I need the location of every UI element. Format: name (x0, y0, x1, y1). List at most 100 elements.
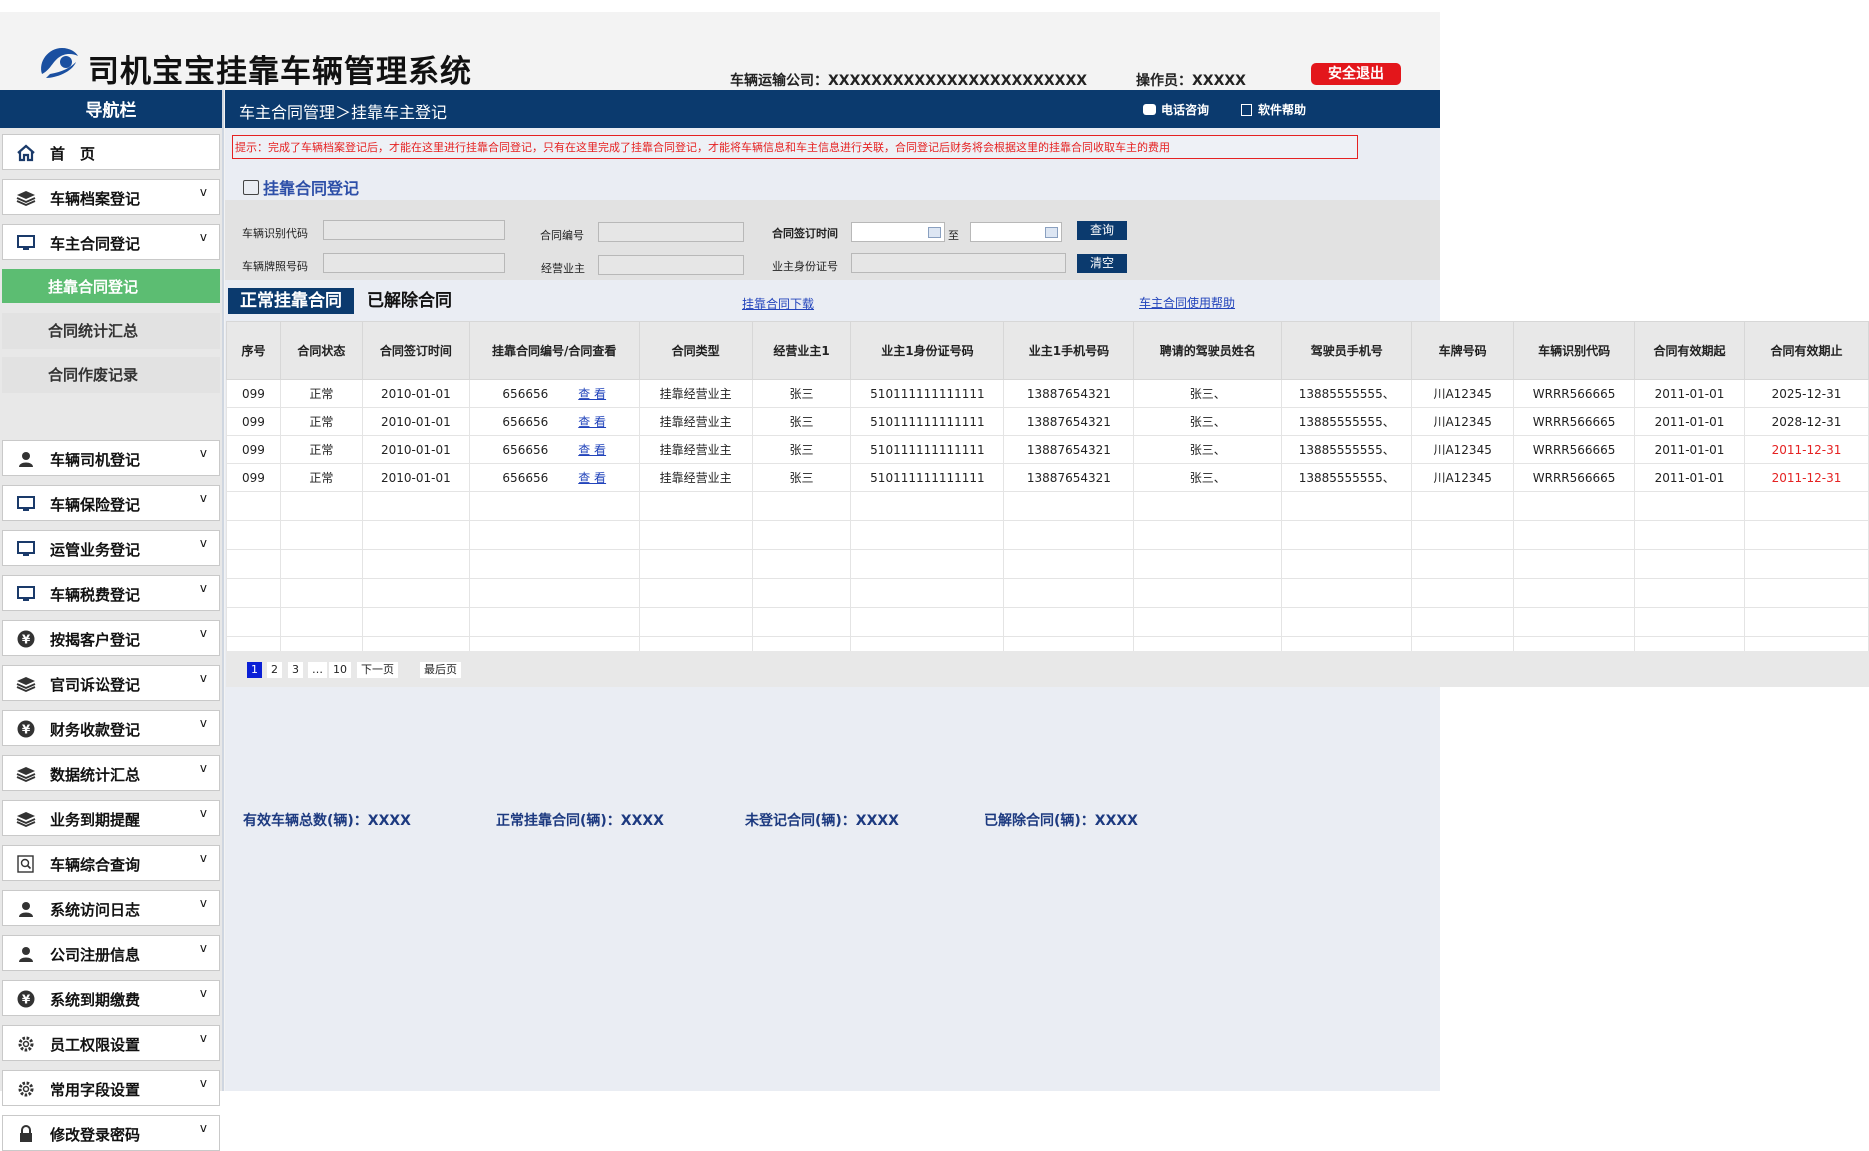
clear-button[interactable]: 清空 (1077, 254, 1127, 273)
chevron-down-icon[interactable]: v (200, 446, 207, 460)
monitor-icon (16, 540, 36, 558)
date-from-input[interactable] (851, 222, 945, 242)
chevron-down-icon[interactable]: v (200, 536, 207, 550)
page-2[interactable]: 2 (267, 662, 282, 678)
chevron-down-icon[interactable]: v (200, 671, 207, 685)
view-contract-link[interactable]: 查 看 (578, 443, 606, 457)
chevron-down-icon[interactable]: v (200, 1076, 207, 1090)
table-cell: 2011-01-01 (1634, 407, 1745, 436)
table-cell (1513, 607, 1636, 637)
view-contract-link[interactable]: 查 看 (578, 471, 606, 485)
view-contract-link[interactable]: 查 看 (578, 387, 606, 401)
chevron-down-icon[interactable]: v (200, 941, 207, 955)
tab-dissolved-contracts[interactable]: 已解除合同 (367, 288, 477, 314)
chevron-down-icon[interactable]: v (200, 1121, 207, 1135)
table-cell (1634, 520, 1745, 550)
table-cell: 510111111111111 (850, 407, 1005, 436)
sidebar-item-18[interactable]: 常用字段设置 v (2, 1070, 220, 1106)
sidebar-item-3[interactable]: 车主合同登记 v (2, 224, 220, 260)
next-page-button[interactable]: 下一页 (357, 662, 398, 678)
sidebar-item-19[interactable]: 修改登录密码 v (2, 1115, 220, 1151)
sidebar-subitem-2[interactable]: 合同统计汇总 (2, 313, 220, 349)
column-header: 经营业主1 (751, 321, 852, 380)
stack-icon (16, 675, 36, 693)
table-cell (468, 549, 640, 579)
chevron-down-icon[interactable]: v (200, 230, 207, 244)
vin-input[interactable] (323, 220, 505, 240)
table-row[interactable]: 099 正常 2010-01-01 656656 查 看 挂靠经营业主 张三 51011111… (226, 463, 1869, 492)
table-cell (850, 578, 1005, 608)
sidebar-subitem-3[interactable]: 合同作废记录 (2, 357, 220, 393)
contract-no-label: 合同编号 (540, 229, 584, 242)
download-contract-link[interactable]: 挂靠合同下载 (742, 295, 814, 312)
plate-input[interactable] (323, 253, 505, 273)
table-row[interactable]: 099 正常 2010-01-01 656656 查 看 挂靠经营业主 张三 51011111… (226, 435, 1869, 464)
view-contract-link[interactable]: 查 看 (578, 415, 606, 429)
table-cell: 正常 (279, 379, 363, 408)
sidebar-item-10[interactable]: ¥ 财务收款登记 v (2, 710, 220, 746)
table-cell (751, 491, 852, 521)
table-row[interactable]: 099 正常 2010-01-01 656656 查 看 挂靠经营业主 张三 51011111… (226, 407, 1869, 436)
sidebar-subitem-1[interactable]: 挂靠合同登记 (2, 269, 220, 303)
monitor-icon (16, 495, 36, 513)
chevron-down-icon[interactable]: v (200, 491, 207, 505)
chevron-down-icon[interactable]: v (200, 986, 207, 1000)
sidebar-item-15[interactable]: 公司注册信息 v (2, 935, 220, 971)
sidebar-item-label: 官司诉讼登记 (50, 676, 141, 694)
chevron-down-icon[interactable]: v (200, 806, 207, 820)
calendar-icon[interactable] (1045, 227, 1058, 238)
owner-input[interactable] (598, 255, 744, 275)
chevron-down-icon[interactable]: v (200, 716, 207, 730)
sidebar-item-7[interactable]: 车辆税费登记 v (2, 575, 220, 611)
sidebar-item-5[interactable]: 车辆保险登记 v (2, 485, 220, 521)
tab-normal-contracts[interactable]: 正常挂靠合同 (228, 288, 354, 314)
sidebar-item-16[interactable]: ¥ 系统到期缴费 v (2, 980, 220, 1016)
sidebar-item-9[interactable]: 官司诉讼登记 v (2, 665, 220, 701)
sidebar-item-11[interactable]: 数据统计汇总 v (2, 755, 220, 791)
page-1[interactable]: 1 (247, 662, 262, 678)
sidebar-item-2[interactable]: 车辆档案登记 v (2, 179, 220, 215)
search-button[interactable]: 查询 (1077, 221, 1127, 240)
table-cell (1133, 491, 1283, 521)
software-help-button[interactable]: 软件帮助 (1241, 101, 1306, 118)
table-cell: 张三 (751, 379, 852, 408)
sidebar-item-8[interactable]: ¥ 按揭客户登记 v (2, 620, 220, 656)
contract-no-input[interactable] (598, 222, 744, 242)
page-10[interactable]: 10 (329, 662, 351, 678)
contract-help-link[interactable]: 车主合同使用帮助 (1139, 294, 1235, 311)
chevron-down-icon[interactable]: v (200, 761, 207, 775)
sidebar-item-1[interactable]: 首 页 (2, 134, 220, 170)
date-to-input[interactable] (970, 222, 1062, 242)
sidebar-item-6[interactable]: 运管业务登记 v (2, 530, 220, 566)
sidebar-item-label: 数据统计汇总 (50, 766, 141, 784)
stat-unregistered-contracts: 未登记合同(辆)：XXXX (745, 813, 899, 829)
chevron-down-icon[interactable]: v (200, 896, 207, 910)
chevron-down-icon[interactable]: v (200, 1031, 207, 1045)
table-cell: 挂靠经营业主 (638, 379, 753, 408)
table-cell: 川A12345 (1411, 407, 1515, 436)
logout-button[interactable]: 安全退出 (1311, 63, 1401, 85)
table-row[interactable]: 099 正常 2010-01-01 656656 查 看 挂靠经营业主 张三 51011111… (226, 379, 1869, 408)
page-3[interactable]: 3 (288, 662, 303, 678)
chevron-down-icon[interactable]: v (200, 581, 207, 595)
sidebar-item-4[interactable]: 车辆司机登记 v (2, 440, 220, 476)
sidebar-item-label: 车辆司机登记 (50, 451, 141, 469)
chevron-down-icon[interactable]: v (200, 851, 207, 865)
user-icon (16, 900, 36, 918)
section-title-text: 挂靠合同登记 (263, 179, 360, 198)
id-input[interactable] (851, 253, 1066, 273)
table-cell (1133, 578, 1283, 608)
sidebar-item-13[interactable]: 车辆综合查询 v (2, 845, 220, 881)
calendar-icon[interactable] (928, 227, 941, 238)
sidebar-item-14[interactable]: 系统访问日志 v (2, 890, 220, 926)
table-cell: 张三、 (1133, 379, 1283, 408)
phone-consult-button[interactable]: 电话咨询 (1143, 101, 1209, 118)
last-page-button[interactable]: 最后页 (420, 662, 461, 678)
chevron-down-icon[interactable]: v (200, 626, 207, 640)
sidebar-item-12[interactable]: 业务到期提醒 v (2, 800, 220, 836)
sidebar-item-17[interactable]: 员工权限设置 v (2, 1025, 220, 1061)
chevron-down-icon[interactable]: v (200, 185, 207, 199)
yen-icon: ¥ (16, 720, 36, 738)
table-cell (638, 520, 753, 550)
table-cell (1513, 549, 1636, 579)
